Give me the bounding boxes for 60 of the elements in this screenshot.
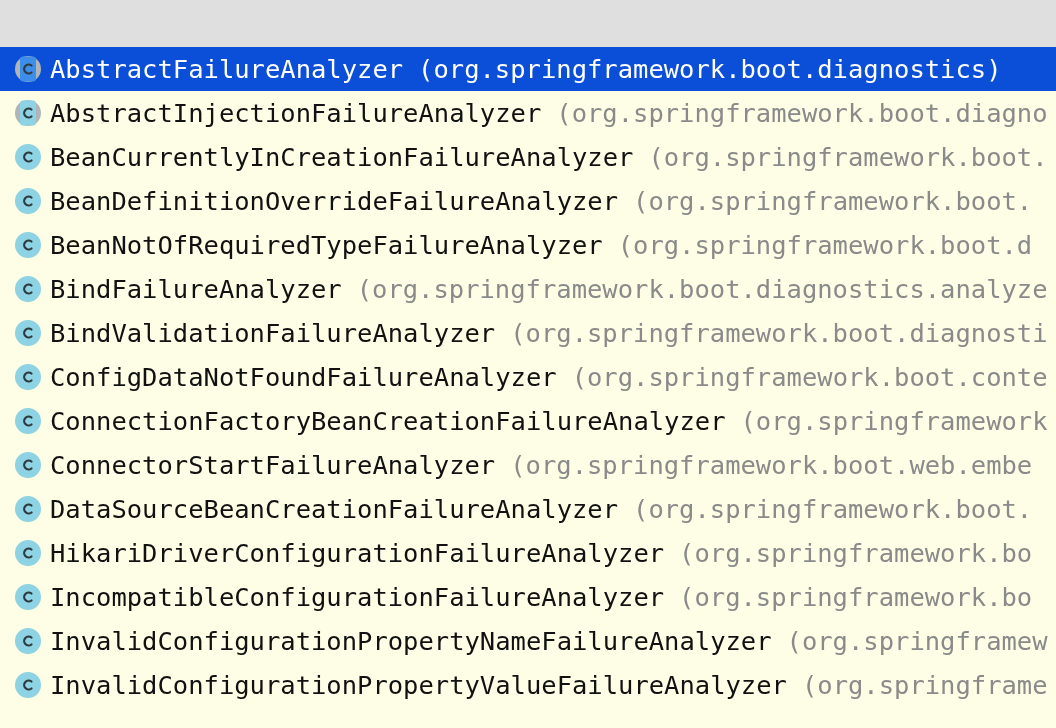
class-name: BindFailureAnalyzer — [50, 274, 342, 304]
class-name: InvalidConfigurationPropertyNameFailureAnalyzer — [50, 626, 772, 656]
class-icon — [14, 495, 42, 523]
package-name: (org.springframework.boot.diagnosti — [510, 318, 1048, 348]
class-name: InvalidConfigurationPropertyValueFailureAnalyzer — [50, 670, 787, 700]
class-icon — [14, 187, 42, 215]
package-name: (org.springframework.boot. — [633, 494, 1033, 524]
result-item[interactable]: ConnectionFactoryBeanCreationFailureAnalyzer (org.springframework — [0, 399, 1056, 443]
package-name: (org.springframe — [801, 670, 1048, 700]
package-name: (org.springframew — [786, 626, 1048, 656]
result-item[interactable]: AbstractInjectionFailureAnalyzer (org.springframework.boot.diagno — [0, 91, 1056, 135]
class-icon — [14, 319, 42, 347]
result-item[interactable]: DataSourceBeanCreationFailureAnalyzer (org.springframework.boot. — [0, 487, 1056, 531]
package-name: (org.springframework.boot. — [648, 142, 1048, 172]
class-name: ConfigDataNotFoundFailureAnalyzer — [50, 362, 557, 392]
package-name: (org.springframework.boot.diagno — [556, 98, 1048, 128]
package-name: (org.springframework.boot.diagnostics) — [418, 54, 1002, 84]
package-name: (org.springframework — [740, 406, 1048, 436]
result-item[interactable]: InvalidConfigurationPropertyNameFailureAnalyzer (org.springframew — [0, 619, 1056, 663]
class-name: BeanCurrentlyInCreationFailureAnalyzer — [50, 142, 634, 172]
class-name: ConnectorStartFailureAnalyzer — [50, 450, 496, 480]
class-icon — [14, 231, 42, 259]
class-icon — [14, 275, 42, 303]
result-item[interactable]: BindFailureAnalyzer (org.springframework.boot.diagnostics.analyze — [0, 267, 1056, 311]
result-item[interactable]: HikariDriverConfigurationFailureAnalyzer (org.springframework.bo — [0, 531, 1056, 575]
abstract-class-icon — [14, 99, 42, 127]
result-item[interactable]: BindValidationFailureAnalyzer (org.springframework.boot.diagnosti — [0, 311, 1056, 355]
package-name: (org.springframework.boot.web.embe — [510, 450, 1033, 480]
abstract-class-icon — [14, 55, 42, 83]
package-name: (org.springframework.boot.d — [617, 230, 1033, 260]
result-item[interactable]: BeanCurrentlyInCreationFailureAnalyzer (org.springframework.boot. — [0, 135, 1056, 179]
class-icon — [14, 143, 42, 171]
result-item[interactable]: BeanNotOfRequiredTypeFailureAnalyzer (org.springframework.boot.d — [0, 223, 1056, 267]
result-item[interactable]: ConnectorStartFailureAnalyzer (org.springframework.boot.web.embe — [0, 443, 1056, 487]
class-name: ConnectionFactoryBeanCreationFailureAnalyzer — [50, 406, 726, 436]
result-item[interactable]: AbstractFailureAnalyzer (org.springframework.boot.diagnostics) — [0, 47, 1056, 91]
package-name: (org.springframework.boot.conte — [571, 362, 1048, 392]
class-name: HikariDriverConfigurationFailureAnalyzer — [50, 538, 665, 568]
result-item[interactable]: ConfigDataNotFoundFailureAnalyzer (org.springframework.boot.conte — [0, 355, 1056, 399]
package-name: (org.springframework.boot. — [633, 186, 1033, 216]
result-item[interactable]: BeanDefinitionOverrideFailureAnalyzer (org.springframework.boot. — [0, 179, 1056, 223]
class-icon — [14, 407, 42, 435]
class-name: DataSourceBeanCreationFailureAnalyzer — [50, 494, 619, 524]
class-icon — [14, 451, 42, 479]
class-name: BeanNotOfRequiredTypeFailureAnalyzer — [50, 230, 603, 260]
class-icon — [14, 583, 42, 611]
package-name: (org.springframework.bo — [679, 538, 1033, 568]
class-icon — [14, 363, 42, 391]
class-icon — [14, 627, 42, 655]
class-name: BindValidationFailureAnalyzer — [50, 318, 496, 348]
result-item[interactable]: IncompatibleConfigurationFailureAnalyzer (org.springframework.bo — [0, 575, 1056, 619]
class-name: AbstractFailureAnalyzer — [50, 54, 404, 84]
package-name: (org.springframework.boot.diagnostics.analyze — [356, 274, 1048, 304]
class-name: IncompatibleConfigurationFailureAnalyzer — [50, 582, 665, 612]
class-name: AbstractInjectionFailureAnalyzer — [50, 98, 542, 128]
package-name: (org.springframework.bo — [679, 582, 1033, 612]
class-icon — [14, 539, 42, 567]
class-name: BeanDefinitionOverrideFailureAnalyzer — [50, 186, 619, 216]
result-item[interactable]: InvalidConfigurationPropertyValueFailureAnalyzer (org.springframe — [0, 663, 1056, 707]
class-icon — [14, 671, 42, 699]
